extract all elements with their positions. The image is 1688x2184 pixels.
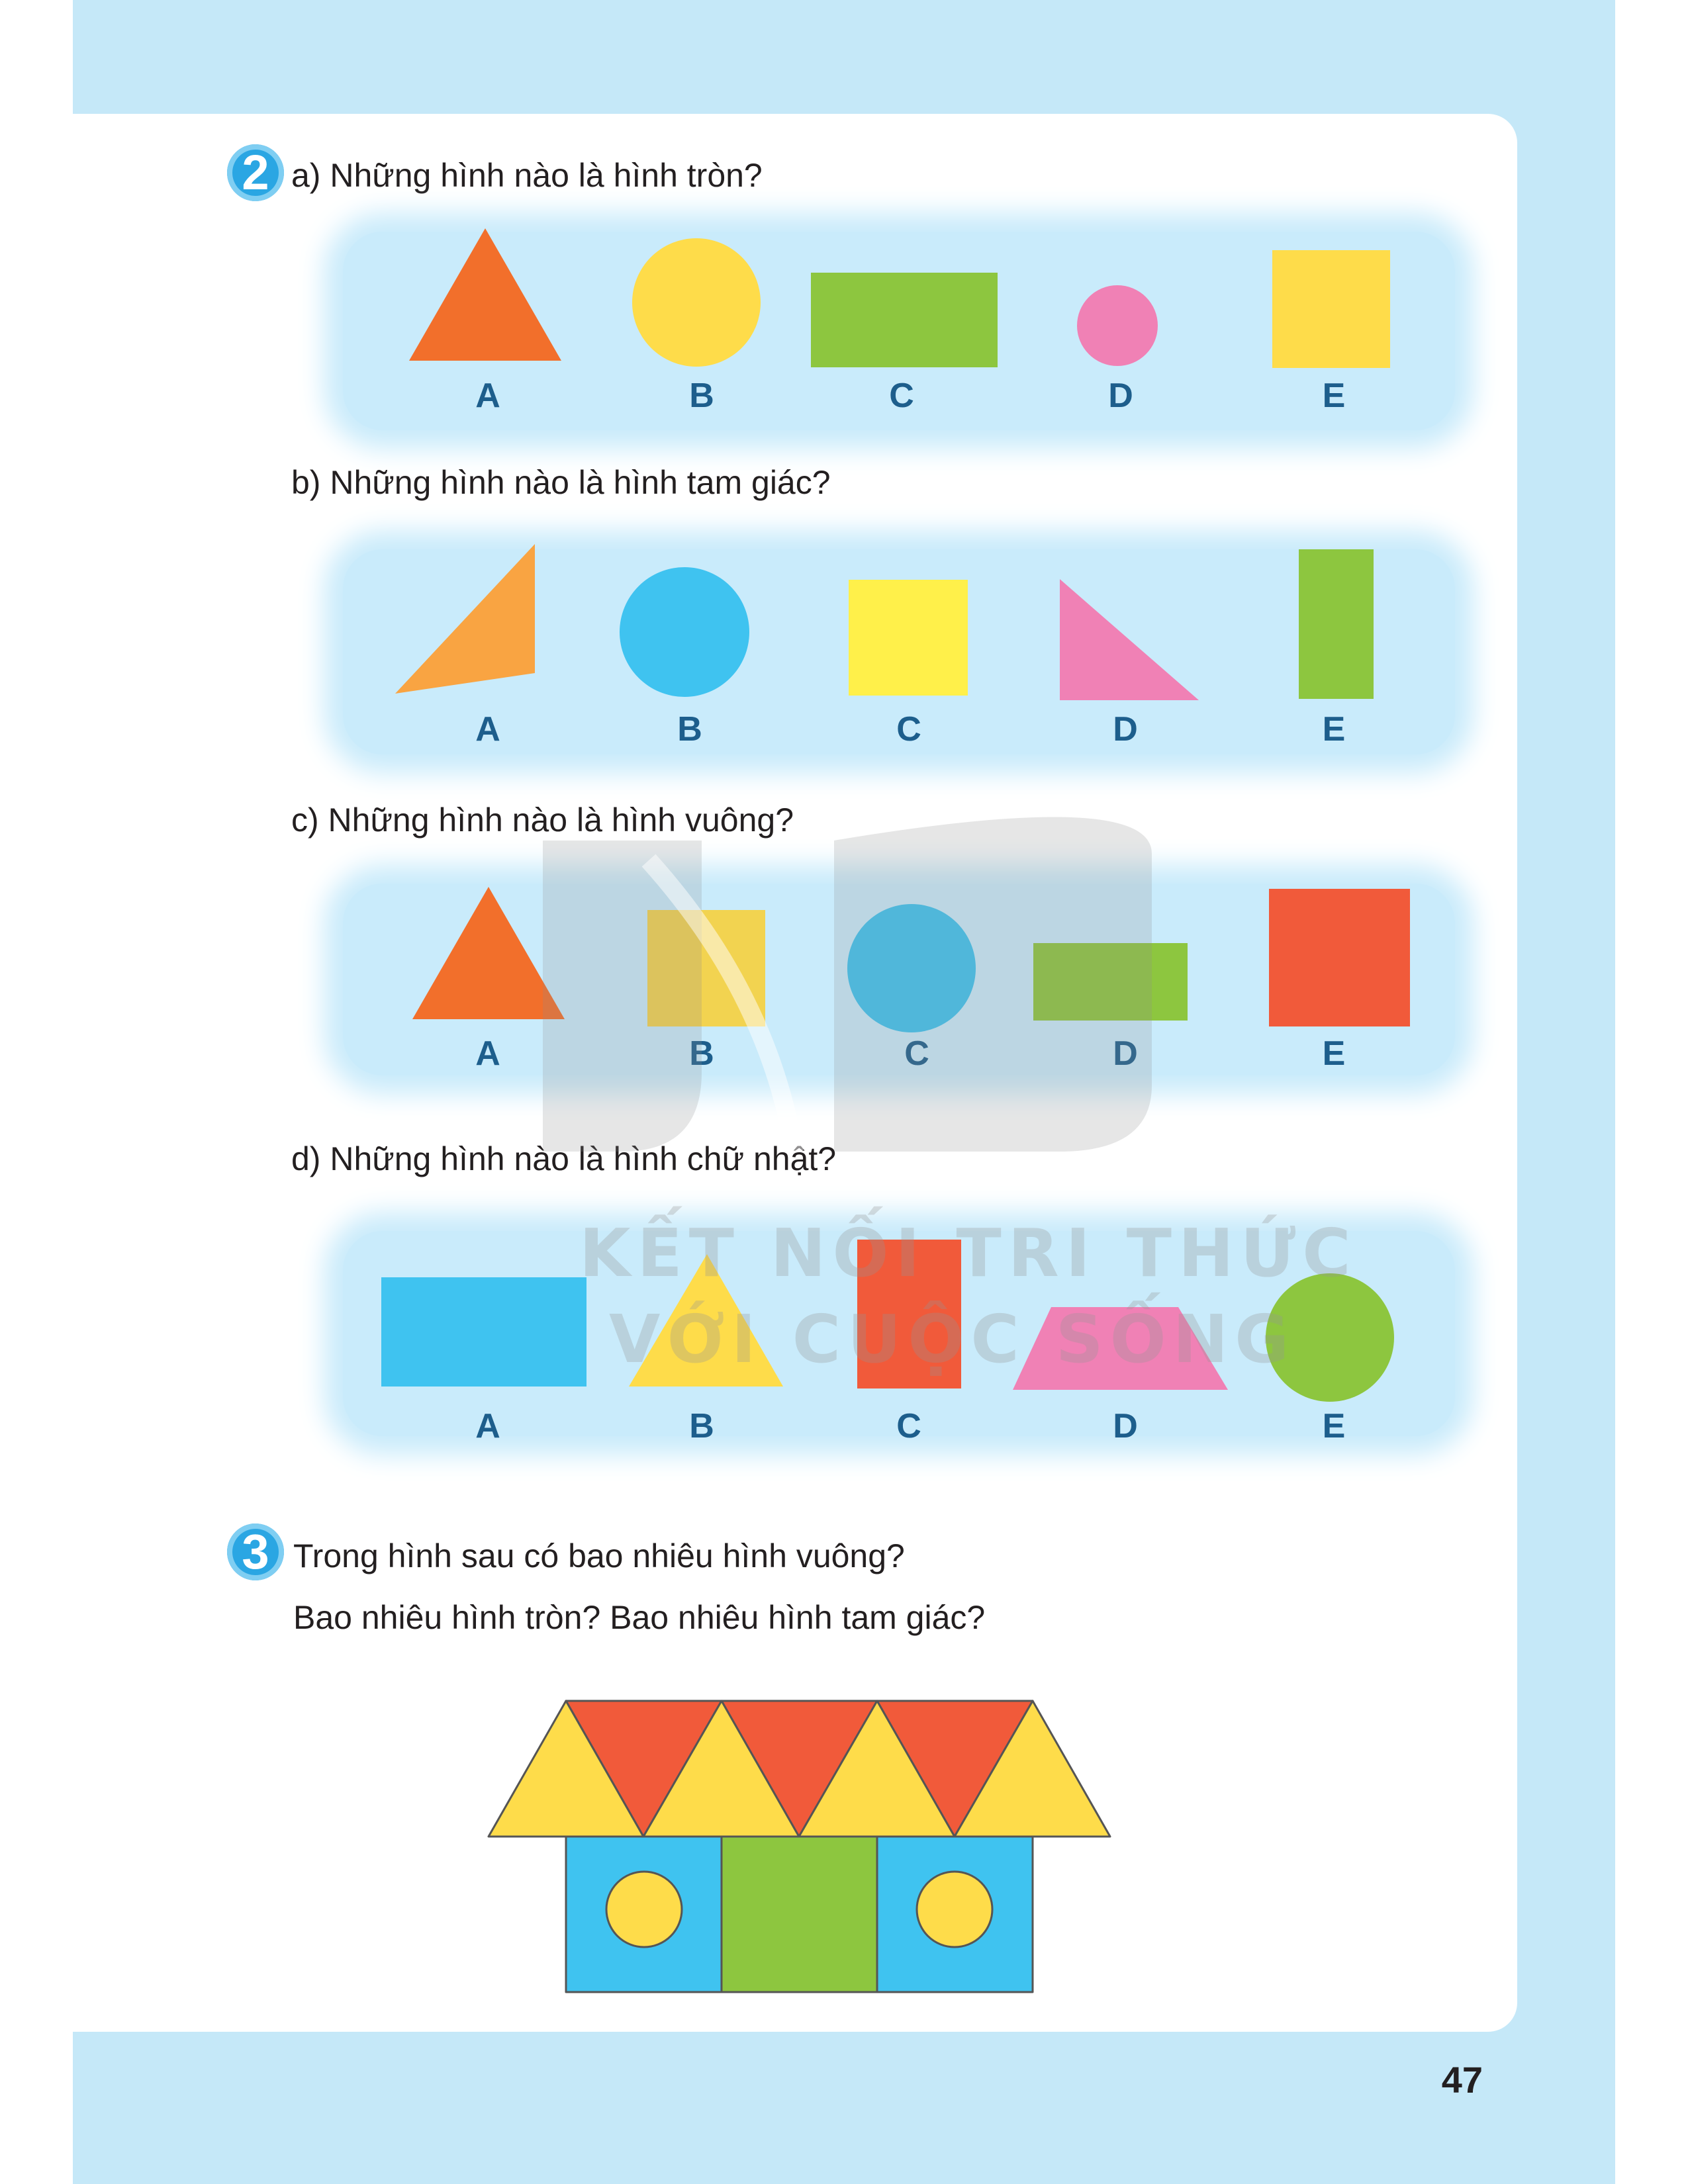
page-number: 47: [1441, 2059, 1483, 2101]
window-circle-left: [605, 1870, 683, 1948]
wall-green-square: [720, 1835, 878, 1993]
house-figure: [487, 1700, 1111, 1993]
window-circle-right: [915, 1870, 994, 1948]
